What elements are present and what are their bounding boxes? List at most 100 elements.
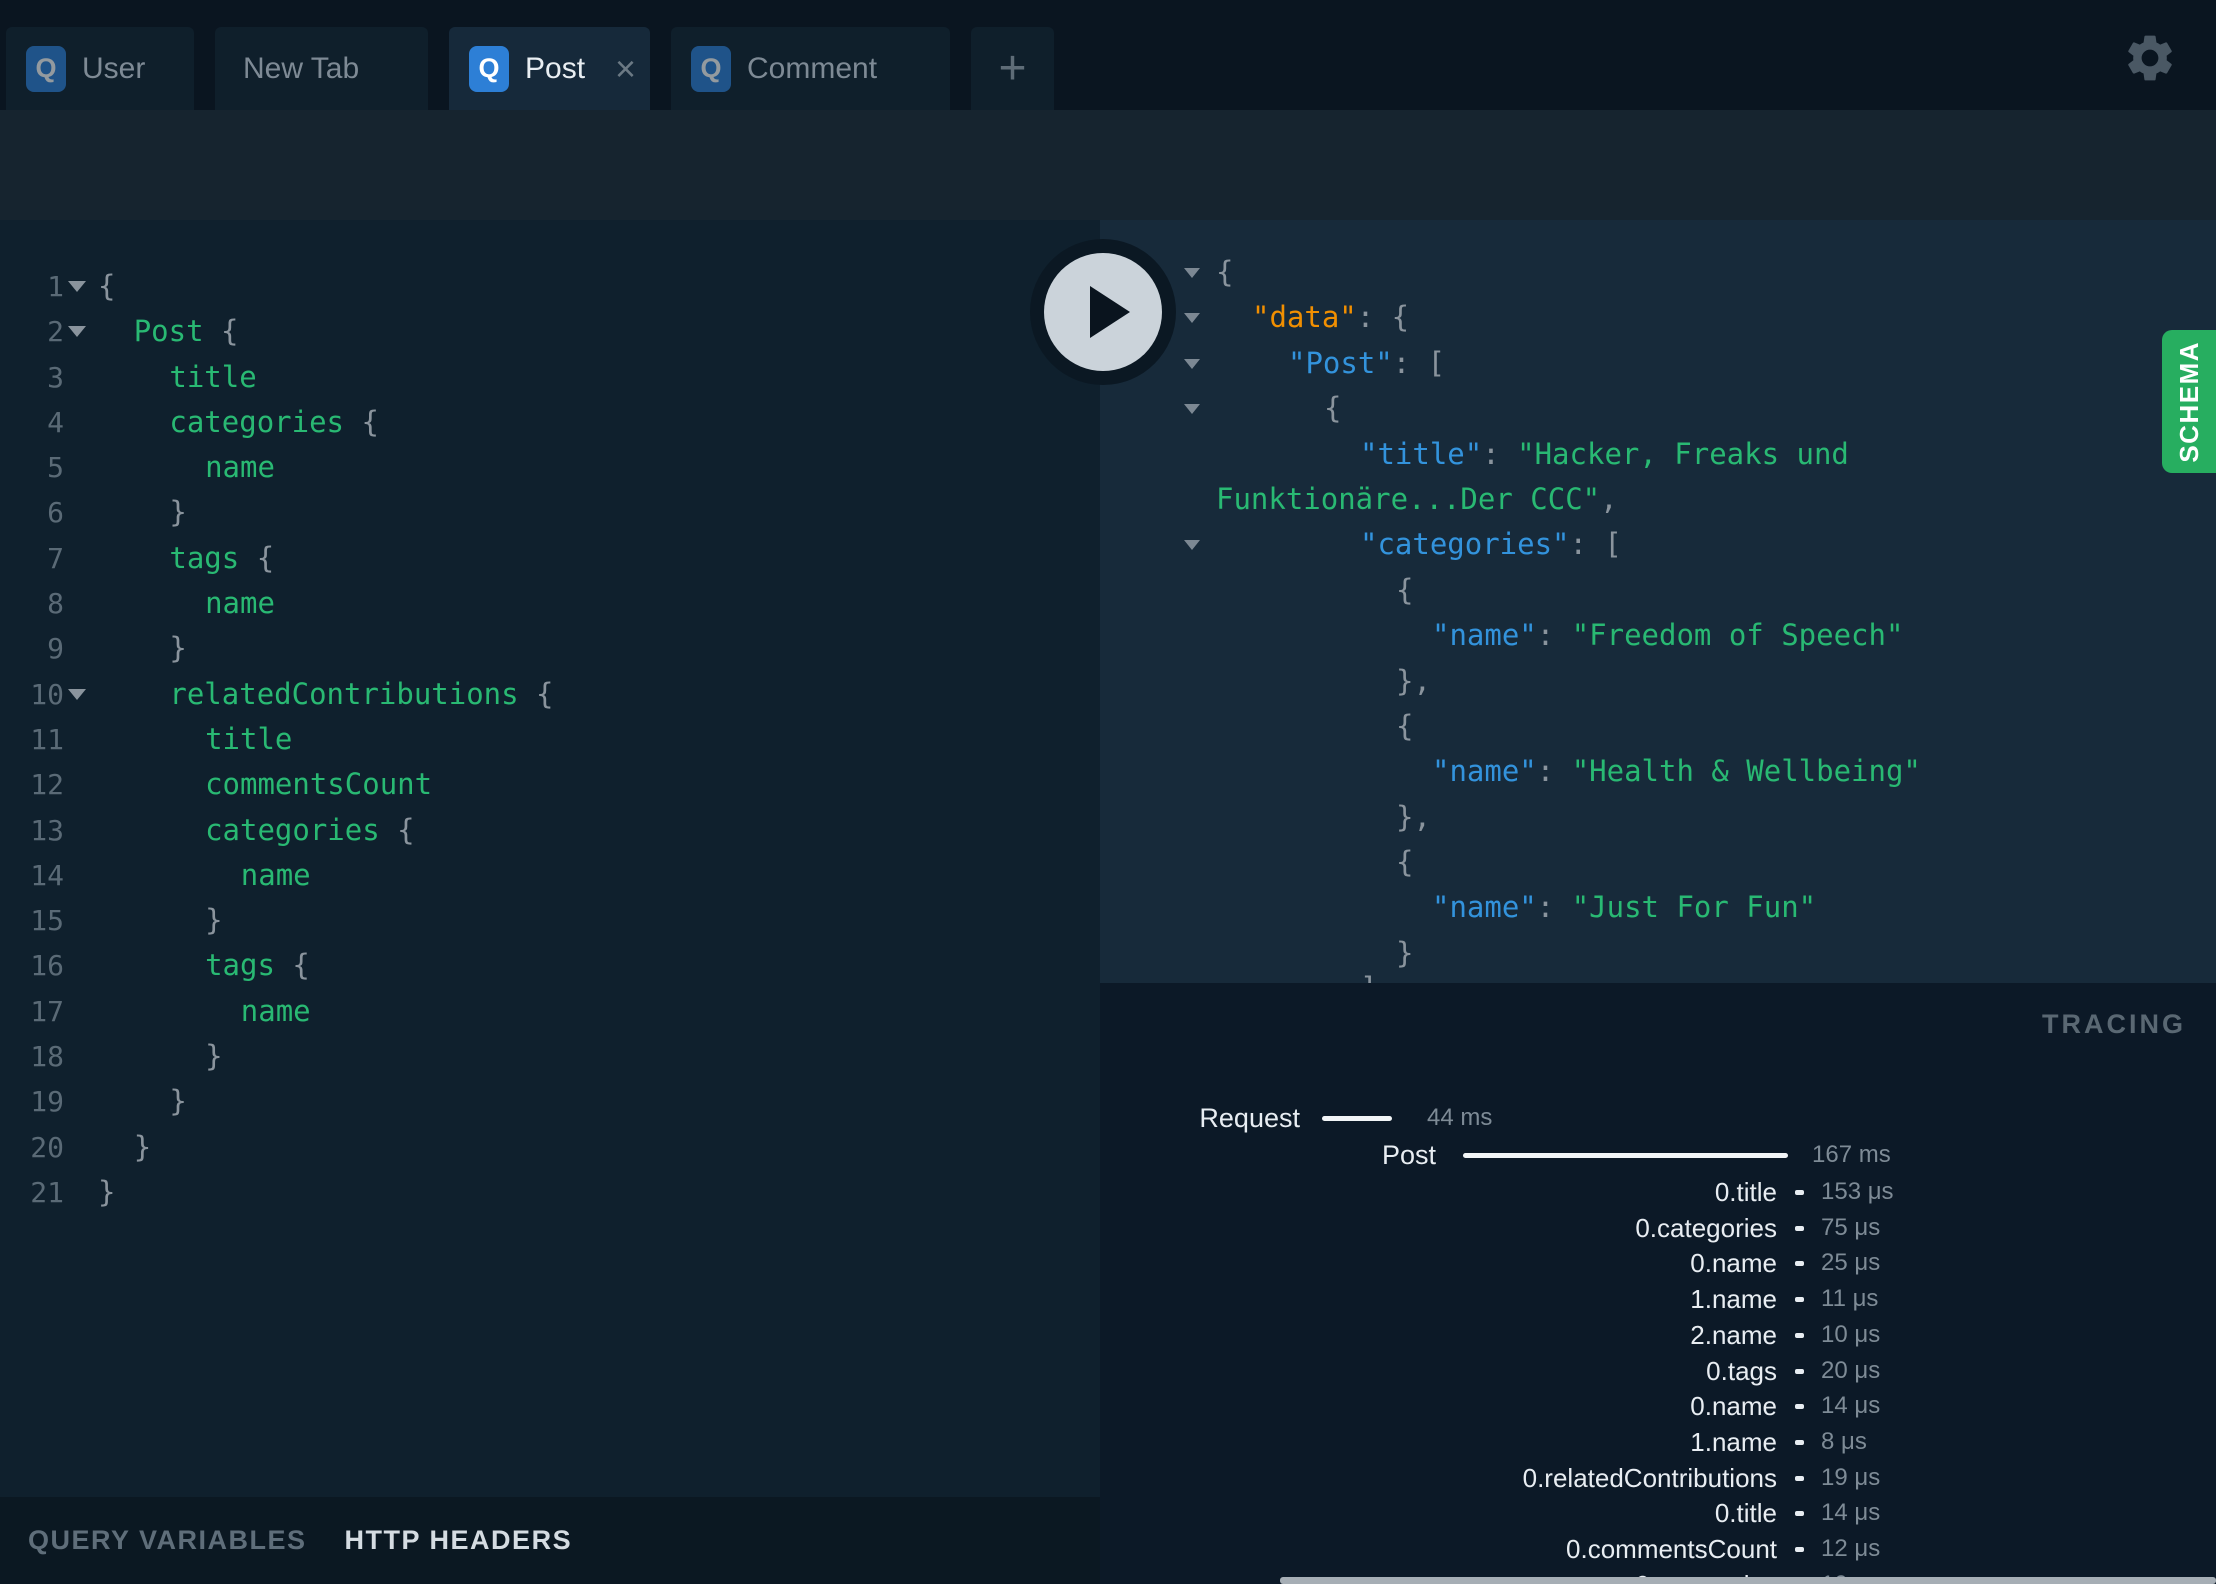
horizontal-scrollbar[interactable] [1280, 1577, 2216, 1584]
tracing-field-bar [1795, 1332, 1804, 1338]
tracing-field-label: 0.name [1690, 1391, 1777, 1422]
tracing-field-time: 25 μs [1821, 1249, 1881, 1277]
query-badge-icon: Q [469, 45, 509, 92]
code-text: { [98, 269, 116, 303]
fold-arrow-icon[interactable] [68, 281, 86, 292]
tracing-field-label: 0.relatedContributions [1522, 1462, 1777, 1493]
tracing-field-row: 0.relatedContributions 19 μs [1100, 1460, 2216, 1496]
response-line: }, [1100, 795, 2216, 840]
code-text: title [205, 721, 293, 756]
line-number: 7 [47, 541, 64, 575]
response-line: { [1100, 840, 2216, 885]
response-line: }, [1100, 659, 2216, 704]
fold-arrow-icon[interactable] [68, 688, 86, 700]
code-text: ] [1360, 966, 1377, 983]
line-number: 19 [30, 1085, 64, 1119]
schema-tab-label: SCHEMA [2173, 340, 2204, 463]
fold-arrow-icon[interactable] [1184, 313, 1200, 324]
close-tab-icon[interactable]: × [615, 50, 636, 87]
code-text: { [1396, 708, 1414, 743]
code-text: commentsCount [205, 767, 433, 802]
tracing-toggle[interactable]: TRACING [2042, 1009, 2186, 1040]
tab-new-tab[interactable]: New Tab [215, 27, 428, 110]
code-text: categories { [205, 812, 415, 847]
response-line: { [1100, 386, 2216, 431]
query-line: 13 categories { [0, 808, 1100, 853]
line-number: 5 [47, 451, 64, 485]
code-text: } [205, 1039, 223, 1074]
tracing-field-row: 1.name 11 μs [1100, 1281, 2216, 1317]
tracing-field-bar [1795, 1225, 1804, 1231]
tracing-field-row: 0.categories 75 μs [1100, 1210, 2216, 1246]
code-text: name [240, 857, 311, 892]
code-text: Post { [133, 314, 239, 349]
tracing-field-label: 1.name [1690, 1284, 1777, 1315]
response-line: "categories": [ [1100, 522, 2216, 567]
fold-arrow-icon[interactable] [1184, 268, 1200, 278]
fold-arrow-icon[interactable] [1184, 540, 1200, 551]
code-text: Funktionäre...Der CCC", [1216, 481, 1618, 516]
tracing-field-time: 8 μs [1821, 1427, 1867, 1455]
query-line: 4 categories { [0, 400, 1100, 445]
tracing-field-bar [1795, 1404, 1804, 1410]
response-line: "name": "Health & Wellbeing" [1100, 749, 2216, 794]
response-line: { [1100, 568, 2216, 613]
query-line: 7 tags { [0, 536, 1100, 581]
response-line: "name": "Just For Fun" [1100, 885, 2216, 930]
settings-gear-icon[interactable] [2122, 30, 2178, 86]
fold-arrow-icon[interactable] [1184, 358, 1200, 369]
query-line: 18} [0, 1034, 1100, 1079]
tracing-field-bar [1795, 1439, 1804, 1445]
query-badge-icon: Q [691, 45, 731, 92]
query-variables-toggle[interactable]: QUERY VARIABLES [28, 1525, 307, 1556]
tracing-field-row: 0.commentsCount 12 μs [1100, 1531, 2216, 1567]
line-number: 8 [47, 587, 64, 621]
tab-bar: Q User New Tab Q Post × Q Comment + [0, 0, 2216, 110]
line-number: 12 [30, 768, 64, 802]
tracing-field-row: 0.title 14 μs [1100, 1495, 2216, 1531]
fold-arrow-icon[interactable] [68, 326, 86, 338]
tab-label: Post [525, 51, 586, 85]
tab-post[interactable]: Q Post × [449, 27, 650, 110]
query-editor-lines: 1{2 Post {3 title 4 categories {5 name 6} 7 tags… [0, 264, 1100, 1215]
tab-user[interactable]: Q User [6, 27, 194, 110]
response-line: ] [1100, 966, 2216, 983]
query-editor[interactable]: 1{2 Post {3 title 4 categories {5 name 6} 7 tags… [0, 220, 1100, 1497]
tracing-field-bar [1795, 1297, 1804, 1303]
http-headers-toggle[interactable]: HTTP HEADERS [345, 1525, 573, 1556]
tab-comment[interactable]: Q Comment [671, 27, 950, 110]
line-number: 10 [30, 677, 64, 711]
tracing-field-time: 12 μs [1821, 1535, 1881, 1562]
code-text: { [1396, 572, 1414, 607]
line-number: 6 [47, 496, 64, 530]
code-text: name [240, 993, 311, 1028]
line-number: 18 [30, 1040, 64, 1074]
response-line: { [1100, 704, 2216, 749]
tracing-request-label: Request [1199, 1103, 1300, 1133]
code-text: name [205, 450, 275, 485]
tracing-field-bar [1795, 1475, 1804, 1481]
code-text: tags { [205, 948, 310, 983]
execute-button[interactable] [1030, 239, 1176, 385]
code-text: { [1216, 255, 1234, 289]
query-line: 15} [0, 898, 1100, 943]
query-line: 10 relatedContributions { [0, 672, 1100, 717]
code-text: } [205, 903, 223, 938]
tracing-field-label: 0.tags [1706, 1355, 1777, 1386]
code-text: relatedContributions { [169, 676, 554, 711]
response-line: "name": "Freedom of Speech" [1100, 613, 2216, 658]
tracing-request-row: Request 44 ms [1100, 1100, 2216, 1136]
graphql-playground-window: Q User New Tab Q Post × Q Comment + PRETTIFY HI… [0, 0, 2216, 1584]
add-tab-button[interactable]: + [971, 27, 1054, 110]
code-text: { [1396, 845, 1414, 880]
schema-tab[interactable]: SCHEMA [2162, 330, 2216, 473]
fold-arrow-icon[interactable] [1184, 404, 1200, 415]
tracing-field-label: 0.categories [1635, 1212, 1777, 1243]
line-number: 13 [30, 813, 64, 847]
tracing-field-row: 0.name 25 μs [1100, 1245, 2216, 1281]
line-number: 15 [30, 904, 64, 938]
response-pane: {"data": {"Post": [{"title": "Hacker, Fr… [1100, 220, 2216, 983]
code-text: "Post": [ [1288, 345, 1446, 380]
query-line: 21} [0, 1170, 1100, 1215]
query-line: 19} [0, 1079, 1100, 1124]
